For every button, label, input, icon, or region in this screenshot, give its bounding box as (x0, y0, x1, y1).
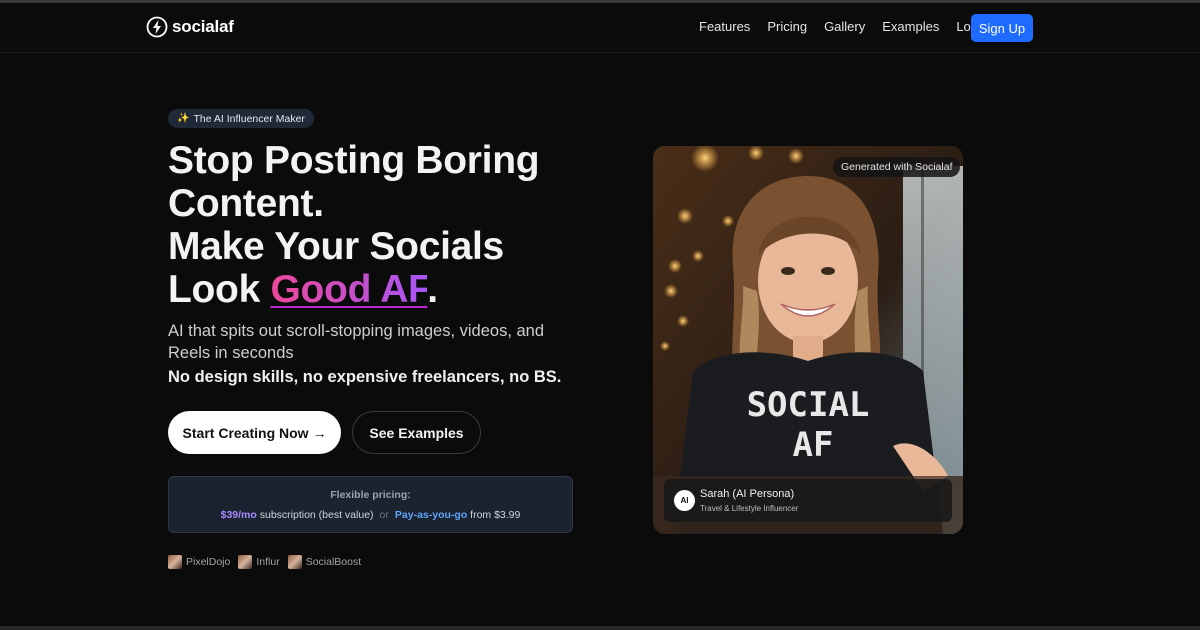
partner-thumbnail-icon (287, 555, 302, 569)
pricing-box: Flexible pricing: $39/mo subscription (b… (168, 476, 573, 533)
nav-link-pricing[interactable]: Pricing (767, 19, 807, 34)
pricing-title: Flexible pricing: (330, 489, 411, 501)
payg-label[interactable]: Pay-as-you-go (395, 509, 467, 521)
partner-name: Influr (256, 556, 280, 568)
partner-influr: Influr (238, 555, 280, 569)
headline-line-3: Make Your Socials (168, 225, 504, 268)
lightning-bolt-icon (146, 16, 168, 38)
headline-line-4-prefix: Look (168, 268, 271, 311)
persona-name: Sarah (AI Persona) (700, 488, 795, 500)
persona-illustration: SOCIAL AF (653, 146, 963, 534)
generated-with-badge: Generated with Socialaf (833, 157, 961, 177)
shirt-text-line-2: AF (793, 425, 834, 465)
subscription-price[interactable]: $39/mo (221, 509, 257, 521)
nav-links: Features Pricing Gallery Examples Login (699, 19, 988, 34)
headline-line-1: Stop Posting Boring (168, 139, 540, 182)
window-bottom-border (0, 626, 1200, 630)
partner-thumbnail-icon (168, 555, 182, 569)
nav-link-gallery[interactable]: Gallery (824, 19, 865, 34)
subscription-text: subscription (best value) (256, 509, 374, 521)
headline-accent: Good AF (270, 268, 428, 311)
ai-persona-photo: SOCIAL AF (653, 146, 963, 534)
persona-card: AI Sarah (AI Persona) Travel & Lifestyle… (664, 479, 952, 522)
partner-logos: PixelDojo Influr SocialBoost (168, 555, 361, 569)
nav-link-examples[interactable]: Examples (882, 19, 939, 34)
partner-thumbnail-icon (238, 555, 253, 569)
persona-avatar: AI (674, 490, 695, 511)
brand-logo[interactable]: socialaf (146, 16, 234, 38)
see-examples-button[interactable]: See Examples (352, 411, 481, 454)
pricing-options: $39/mo subscription (best value) or Pay-as… (169, 509, 572, 521)
partner-name: PixelDojo (186, 556, 231, 568)
sparkles-icon: ✨ (177, 113, 190, 124)
top-nav: socialaf Features Pricing Gallery Exampl… (0, 3, 1200, 53)
partner-name: SocialBoost (305, 556, 362, 568)
partner-pixeldojo: PixelDojo (168, 555, 230, 569)
brand-name: socialaf (172, 17, 234, 36)
shirt-text-line-1: SOCIAL (747, 385, 870, 425)
hero-badge: ✨ The AI Influencer Maker (168, 109, 314, 128)
nav-link-features[interactable]: Features (699, 19, 750, 34)
headline-line-2: Content. (168, 182, 324, 225)
payg-text: from $3.99 (467, 509, 521, 521)
hero-headline: Stop Posting Boring Content. Make Your S… (168, 139, 628, 311)
hero-badge-label: The AI Influencer Maker (193, 112, 305, 125)
signup-button[interactable]: Sign Up (971, 14, 1033, 42)
hero-subtitle: AI that spits out scroll-stopping images… (168, 322, 545, 362)
hero-subtitle-bold: No design skills, no expensive freelance… (168, 368, 562, 386)
pricing-or: or (379, 509, 389, 521)
start-creating-button[interactable]: Start Creating Now → (168, 411, 341, 454)
headline-line-4-suffix: . (427, 268, 438, 311)
persona-role: Travel & Lifestyle Influencer (700, 504, 799, 513)
partner-socialboost: SocialBoost (287, 555, 362, 569)
